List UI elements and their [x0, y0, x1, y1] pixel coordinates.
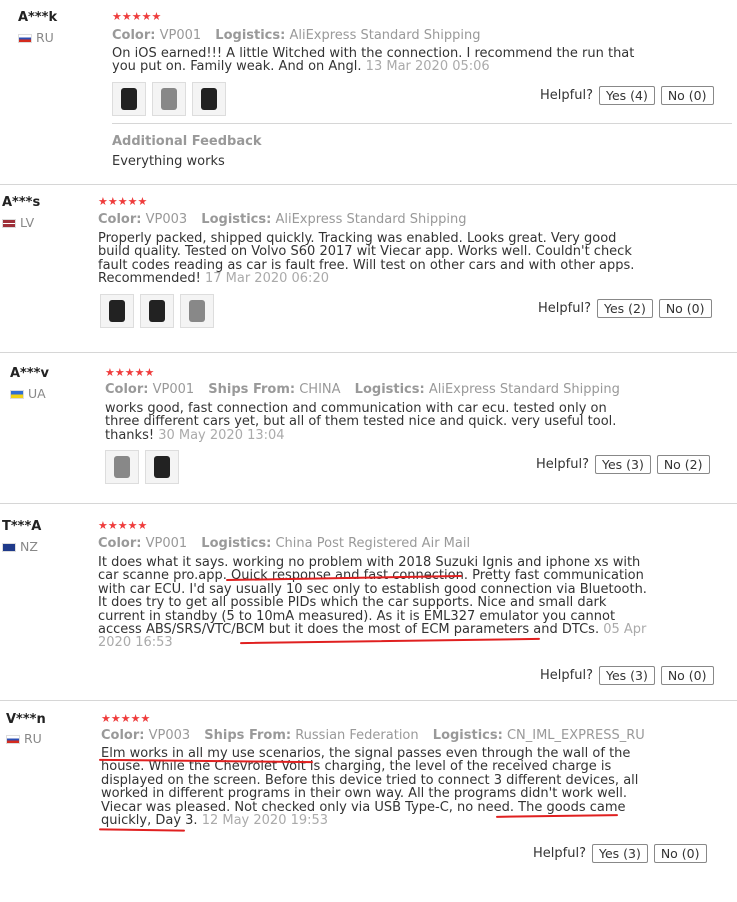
divider	[0, 503, 737, 504]
review-photo[interactable]	[152, 82, 186, 116]
helpful-no-button[interactable]: No (0)	[660, 86, 714, 105]
reviewer-name: T***A	[2, 519, 42, 534]
review-meta: Color: VP003 Ships From: Russian Federat…	[101, 728, 645, 743]
reviewer-country: UA	[10, 386, 46, 401]
review-text: On iOS earned!!! A little Witched with t…	[112, 46, 635, 75]
reviewer-name: A***s	[2, 195, 41, 210]
helpful-vote: Helpful? Yes (3) No (0)	[533, 844, 707, 863]
review-meta: Color: VP003 Logistics: AliExpress Stand…	[98, 212, 467, 227]
review-meta: Color: VP001 Ships From: CHINA Logistics…	[105, 382, 620, 397]
additional-feedback-title: Additional Feedback	[112, 134, 262, 149]
helpful-vote: Helpful? Yes (2) No (0)	[538, 299, 712, 318]
flag-ru-icon	[6, 735, 20, 744]
reviewer-country: RU	[6, 731, 42, 746]
review-date: 12 May 2020 19:53	[201, 813, 329, 829]
review-text: Properly packed, shipped quickly. Tracki…	[98, 231, 635, 287]
review-meta: Color: VP001 Logistics: China Post Regis…	[98, 536, 471, 551]
divider	[112, 123, 732, 124]
reviewer-country: RU	[18, 30, 54, 45]
review-text: It does what it says. working no problem…	[98, 555, 647, 651]
review-photo[interactable]	[140, 294, 174, 328]
review-photo[interactable]	[180, 294, 214, 328]
flag-nz-icon	[2, 543, 16, 552]
review-card: T***A NZ ★★★★★ Color: VP001 Logistics: C…	[0, 510, 737, 695]
rating-stars: ★★★★★	[101, 712, 151, 725]
review-meta: Color: VP001 Logistics: AliExpress Stand…	[112, 28, 481, 43]
highlight-underline	[98, 828, 186, 832]
helpful-vote: Helpful? Yes (4) No (0)	[540, 86, 714, 105]
helpful-vote: Helpful? Yes (3) No (2)	[536, 455, 710, 474]
helpful-no-button[interactable]: No (2)	[656, 455, 710, 474]
additional-feedback-text: Everything works	[112, 154, 225, 169]
rating-stars: ★★★★★	[112, 10, 162, 23]
review-photos	[100, 294, 214, 328]
review-date: 30 May 2020 13:04	[158, 427, 285, 443]
review-card: A***v UA ★★★★★ Color: VP001 Ships From: …	[0, 358, 737, 496]
rating-stars: ★★★★★	[105, 366, 155, 379]
flag-ru-icon	[18, 34, 32, 43]
flag-ua-icon	[10, 390, 24, 399]
reviewer-country: NZ	[2, 539, 38, 554]
divider	[0, 352, 737, 353]
helpful-yes-button[interactable]: Yes (2)	[596, 299, 653, 318]
review-photo[interactable]	[112, 82, 146, 116]
review-date: 17 Mar 2020 06:20	[204, 271, 329, 287]
review-text: works good, fast connection and communic…	[105, 401, 617, 443]
helpful-vote: Helpful? Yes (3) No (0)	[540, 666, 714, 685]
rating-stars: ★★★★★	[98, 519, 148, 532]
review-card: A***s LV ★★★★★ Color: VP003 Logistics: A…	[0, 187, 737, 342]
review-photos	[105, 450, 179, 484]
reviewer-country: LV	[2, 215, 34, 230]
helpful-yes-button[interactable]: Yes (3)	[594, 455, 651, 474]
flag-lv-icon	[2, 219, 16, 228]
helpful-no-button[interactable]: No (0)	[660, 666, 714, 685]
review-card: V***n RU ★★★★★ Color: VP003 Ships From: …	[0, 706, 737, 886]
helpful-no-button[interactable]: No (0)	[653, 844, 707, 863]
reviewer-name: V***n	[6, 712, 46, 727]
divider	[0, 184, 737, 185]
review-photo[interactable]	[105, 450, 139, 484]
review-photo[interactable]	[145, 450, 179, 484]
helpful-yes-button[interactable]: Yes (3)	[591, 844, 648, 863]
reviewer-name: A***k	[18, 10, 58, 25]
helpful-yes-button[interactable]: Yes (4)	[598, 86, 655, 105]
review-date: 13 Mar 2020 05:06	[365, 59, 490, 75]
divider	[0, 700, 737, 701]
review-photo[interactable]	[100, 294, 134, 328]
helpful-no-button[interactable]: No (0)	[658, 299, 712, 318]
rating-stars: ★★★★★	[98, 195, 148, 208]
helpful-yes-button[interactable]: Yes (3)	[598, 666, 655, 685]
reviewer-name: A***v	[10, 366, 49, 381]
review-card: A***k RU ★★★★★ Color: VP001 Logistics: A…	[0, 0, 737, 183]
review-photo[interactable]	[192, 82, 226, 116]
review-photos	[112, 82, 226, 116]
